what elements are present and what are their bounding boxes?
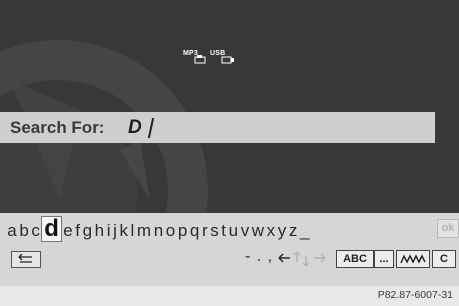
letter-key-m[interactable]: m [136, 218, 153, 244]
letter-key-t[interactable]: t [220, 218, 227, 244]
handwriting-icon [400, 254, 426, 264]
letter-key-o[interactable]: o [164, 218, 176, 244]
search-bar[interactable]: Search For: D [0, 112, 435, 143]
clear-button[interactable]: C [432, 250, 456, 268]
character-bar: a b c d e f g h i j k l m n o p q r s t u v w x y z _ ok - . , [0, 213, 459, 286]
letter-key-h[interactable]: h [93, 218, 105, 244]
letter-key-f[interactable]: f [74, 218, 81, 244]
letter-key-b[interactable]: b [18, 218, 30, 244]
letter-key-d[interactable]: d [41, 216, 62, 242]
function-row: - . , ABC ... C [0, 248, 459, 270]
up-arrow-icon [293, 251, 301, 262]
letter-key-y[interactable]: y [276, 218, 287, 244]
ok-button[interactable]: ok [437, 219, 459, 238]
letter-key-n[interactable]: n [152, 218, 164, 244]
letter-key-r[interactable]: r [201, 218, 209, 244]
left-arrow-icon [278, 253, 290, 263]
letter-key-x[interactable]: x [265, 218, 276, 244]
image-reference-code: P82.87-6007-31 [377, 289, 453, 301]
arrow-keys[interactable] [276, 250, 334, 268]
letter-key-a[interactable]: a [6, 218, 18, 244]
letter-key-w[interactable]: w [250, 218, 265, 244]
letter-key-p[interactable]: p [177, 218, 189, 244]
punctuation-keys[interactable]: - . , [245, 248, 273, 266]
letter-key-v[interactable]: v [239, 218, 250, 244]
letter-key-e[interactable]: e [62, 218, 74, 244]
down-arrow-icon [302, 256, 310, 267]
right-arrow-icon [314, 253, 326, 263]
language-button[interactable] [396, 250, 430, 268]
abc-button[interactable]: ABC [336, 250, 374, 268]
letter-key-space[interactable]: _ [299, 218, 311, 244]
letter-key-c[interactable]: c [30, 218, 41, 244]
letter-key-u[interactable]: u [227, 218, 239, 244]
letter-row: a b c d e f g h i j k l m n o p q r s t u v w x y z _ [6, 216, 311, 242]
letter-key-z[interactable]: z [288, 218, 299, 244]
special-chars-button[interactable]: ... [374, 250, 394, 268]
search-label: Search For: [10, 118, 105, 137]
back-button[interactable] [11, 251, 41, 268]
search-input[interactable]: D [128, 117, 142, 139]
back-icon [18, 254, 32, 263]
letter-key-g[interactable]: g [81, 218, 93, 244]
letter-key-q[interactable]: q [189, 218, 201, 244]
letter-key-k[interactable]: k [118, 218, 129, 244]
letter-key-s[interactable]: s [209, 218, 220, 244]
display-screen: MP3 USB Search For: D abcdefghijklmnopqr… [0, 0, 459, 286]
